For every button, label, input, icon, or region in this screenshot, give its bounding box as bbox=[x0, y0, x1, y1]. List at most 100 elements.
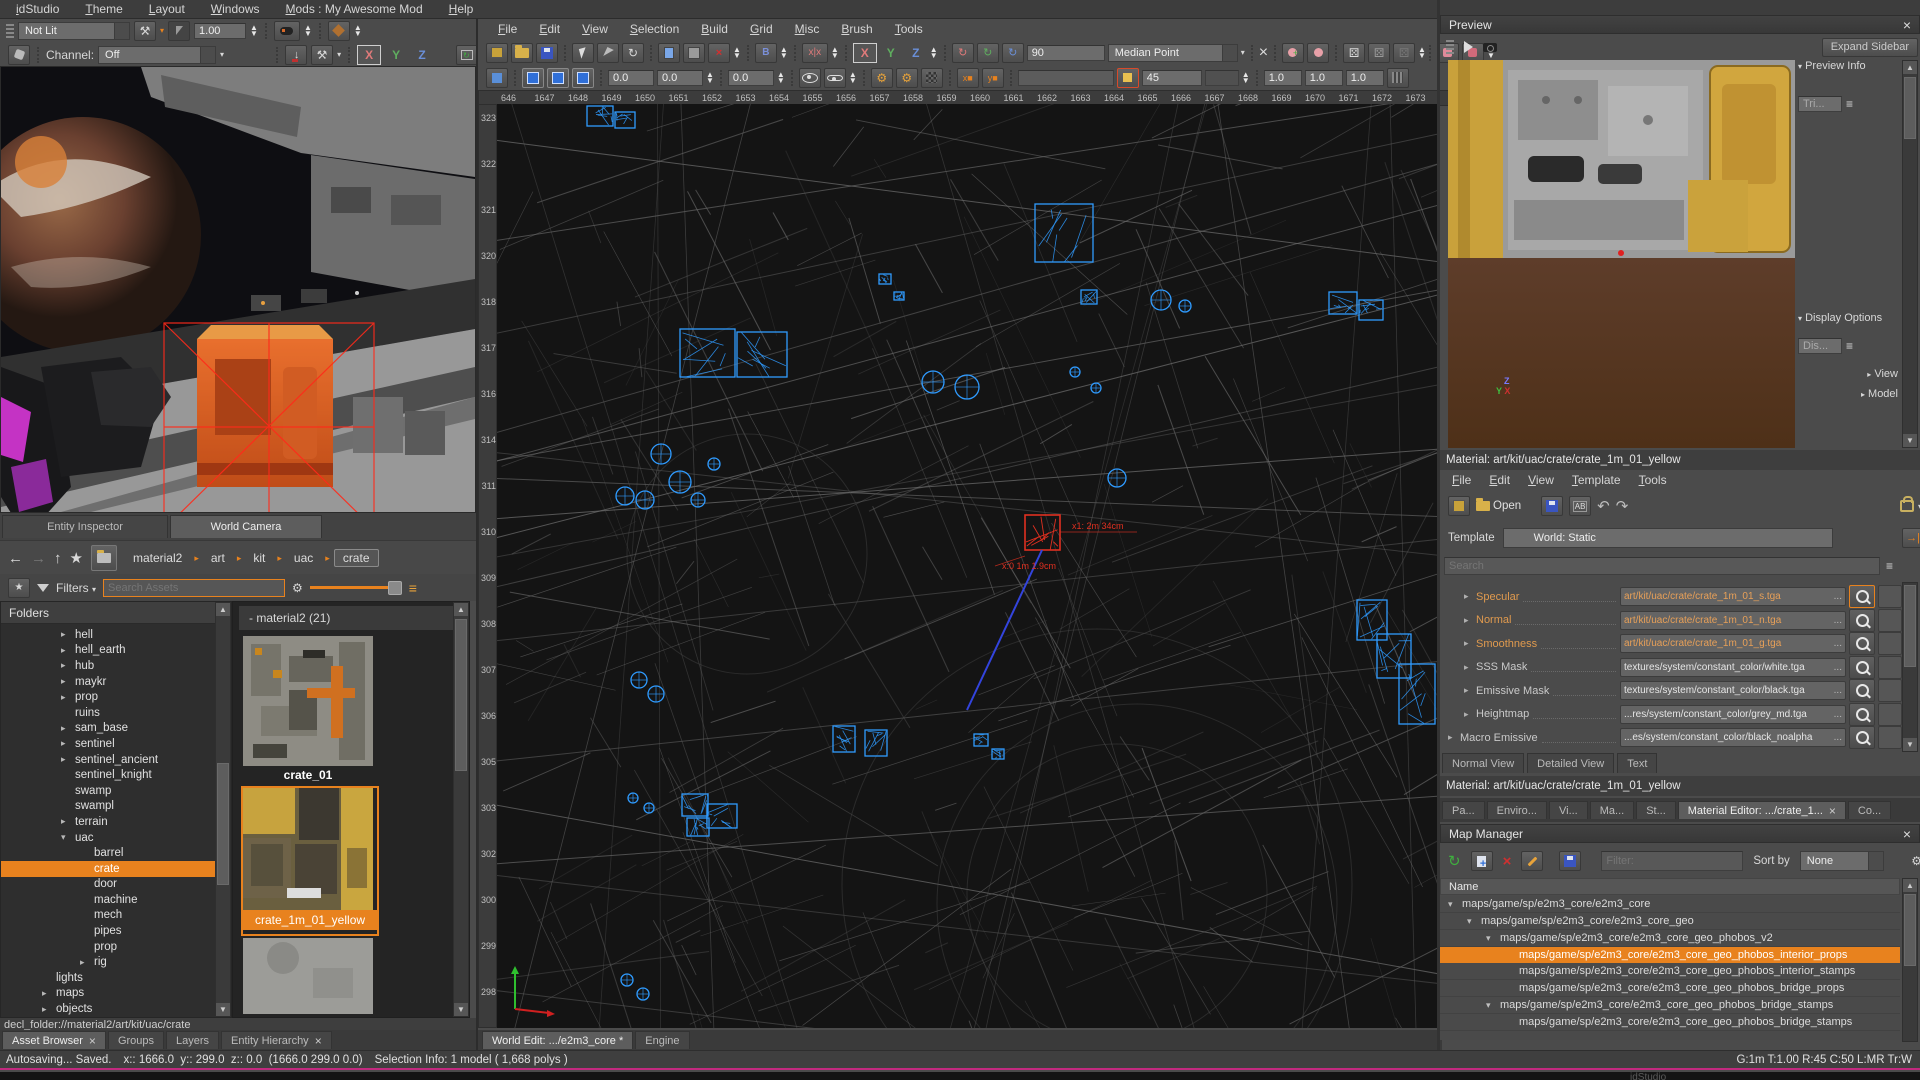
download-icon[interactable]: ↓ bbox=[285, 45, 307, 65]
pointer-tool-icon[interactable] bbox=[168, 21, 190, 41]
magnifier-button[interactable] bbox=[1849, 632, 1875, 655]
axis-y-toggle[interactable]: Y bbox=[385, 46, 407, 64]
menu-item[interactable]: Windows bbox=[205, 1, 266, 17]
gear-icon[interactable]: ⚙ bbox=[1911, 854, 1920, 868]
burst-icon[interactable] bbox=[8, 45, 30, 65]
search-input[interactable] bbox=[103, 579, 285, 597]
menu-item[interactable]: Tools bbox=[889, 21, 929, 37]
delete-map-icon[interactable]: × bbox=[1503, 853, 1512, 870]
gear-icon[interactable]: ⚙ bbox=[292, 581, 303, 595]
folder-item[interactable]: prop bbox=[1, 939, 231, 955]
spinner[interactable]: ▲▼ bbox=[1418, 47, 1426, 59]
tab-world-camera[interactable]: World Camera bbox=[170, 515, 322, 538]
gamepad-icon[interactable] bbox=[274, 21, 300, 41]
constrain-x-toggle[interactable]: X bbox=[853, 43, 877, 63]
snap-x-icon[interactable] bbox=[522, 68, 544, 88]
expand-arrow-icon[interactable]: ▾ bbox=[61, 832, 75, 843]
param-extra-button[interactable] bbox=[1878, 632, 1902, 655]
up-button[interactable]: ↑ bbox=[54, 550, 62, 567]
breadcrumb-item[interactable]: art bbox=[203, 550, 233, 566]
display-options-header[interactable]: Display Options bbox=[1805, 312, 1882, 324]
tab[interactable]: Enviro... bbox=[1487, 801, 1547, 819]
rotate-y-icon[interactable]: ↻ bbox=[977, 43, 999, 63]
menu-item[interactable]: Template bbox=[1566, 472, 1627, 488]
refresh-icon[interactable]: ↻ bbox=[1448, 852, 1461, 870]
clear-selection-icon[interactable]: × bbox=[1259, 44, 1268, 62]
folder-item[interactable]: door bbox=[1, 877, 231, 893]
dice-icon-1[interactable]: ⚄ bbox=[1343, 43, 1365, 63]
close-icon[interactable]: × bbox=[89, 1034, 96, 1048]
menu-item[interactable]: File bbox=[1446, 472, 1477, 488]
param-extra-button[interactable] bbox=[1878, 703, 1902, 726]
map-row[interactable]: maps/game/sp/e2m3_core/e2m3_core_geo_pho… bbox=[1440, 963, 1900, 980]
close-icon[interactable]: × bbox=[1903, 826, 1911, 842]
menu-item[interactable]: View bbox=[1522, 472, 1560, 488]
collapse-arrow-icon[interactable]: ▾ bbox=[1486, 1000, 1500, 1011]
open-button[interactable]: Open bbox=[1476, 500, 1521, 512]
tab[interactable]: Co... bbox=[1848, 801, 1891, 819]
paste-icon[interactable] bbox=[683, 43, 705, 63]
scale-z-field[interactable] bbox=[1346, 70, 1384, 86]
rotate-angle-field[interactable] bbox=[1027, 45, 1105, 61]
magnifier-button[interactable] bbox=[1849, 703, 1875, 726]
menu-item[interactable]: Brush bbox=[835, 21, 878, 37]
expand-arrow-icon[interactable]: ▸ bbox=[61, 723, 75, 734]
view-tab[interactable]: Normal View bbox=[1442, 753, 1524, 773]
param-extra-button[interactable] bbox=[1878, 609, 1902, 632]
save-material-icon[interactable] bbox=[1541, 496, 1563, 516]
folder-item[interactable]: ▸hell_earth bbox=[1, 643, 231, 659]
orange-x-icon[interactable]: x■ bbox=[957, 68, 979, 88]
preview-info-header[interactable]: Preview Info bbox=[1805, 60, 1866, 72]
chevron-down-icon[interactable]: ▾ bbox=[160, 26, 164, 35]
expand-arrow-icon[interactable]: ▸ bbox=[61, 629, 75, 640]
dice-icon-2[interactable]: ⚄ bbox=[1368, 43, 1390, 63]
menu-item[interactable]: idStudio bbox=[10, 1, 65, 17]
screen-refresh-icon[interactable]: ↻ bbox=[456, 45, 478, 65]
close-icon[interactable]: × bbox=[1829, 804, 1836, 818]
magnifier-button[interactable] bbox=[1849, 726, 1875, 749]
folder-item[interactable]: ▸prop bbox=[1, 689, 231, 705]
asset-label-selected[interactable]: crate_1m_01_yellow bbox=[243, 910, 377, 930]
camera-viewport[interactable] bbox=[0, 66, 476, 513]
tools-icon[interactable]: ⚒ bbox=[134, 21, 156, 41]
tab[interactable]: Layers bbox=[166, 1031, 219, 1049]
folder-item[interactable]: ▸objects bbox=[1, 1001, 231, 1017]
chevron-down-icon[interactable]: ▾ bbox=[220, 50, 224, 59]
menu-item[interactable]: Help bbox=[443, 1, 480, 17]
tab[interactable]: Entity Hierarchy× bbox=[221, 1031, 332, 1049]
save-icon[interactable] bbox=[536, 43, 558, 63]
expand-arrow-icon[interactable]: ▸ bbox=[42, 1004, 56, 1015]
rotate-tool-icon[interactable]: ↻ bbox=[622, 43, 644, 63]
folder-item[interactable]: barrel bbox=[1, 845, 231, 861]
rotate-z-icon[interactable]: ↻ bbox=[1002, 43, 1024, 63]
folder-item[interactable]: ▸terrain bbox=[1, 814, 231, 830]
folder-item[interactable]: ▸sentinel_ancient bbox=[1, 752, 231, 768]
delete-icon[interactable]: × bbox=[708, 43, 730, 63]
folder-item[interactable]: crate bbox=[1, 861, 231, 877]
map-name-header[interactable]: Name bbox=[1440, 878, 1900, 895]
move-tool-icon[interactable] bbox=[597, 43, 619, 63]
brush-select-icon[interactable]: B bbox=[755, 43, 777, 63]
spinner[interactable]: ▲▼ bbox=[250, 25, 258, 37]
snap-z-icon[interactable] bbox=[572, 68, 594, 88]
folder-item[interactable]: pipes bbox=[1, 923, 231, 939]
param-extra-button[interactable] bbox=[1878, 656, 1902, 679]
spinner[interactable]: ▲▼ bbox=[354, 25, 362, 37]
spinner[interactable]: ▲▼ bbox=[930, 47, 938, 59]
texture-path-field[interactable]: art/kit/uac/crate/crate_1m_01_s.tga... bbox=[1620, 587, 1846, 606]
expand-arrow-icon[interactable]: ▸ bbox=[61, 645, 75, 656]
menu-item[interactable]: Build bbox=[695, 21, 734, 37]
material-flat-preview[interactable]: Z Y X bbox=[1448, 258, 1795, 448]
back-button[interactable]: ← bbox=[8, 550, 23, 567]
open-folder-icon[interactable] bbox=[511, 43, 533, 63]
drag-handle[interactable] bbox=[1446, 40, 1454, 54]
channel-combo[interactable]: Off bbox=[98, 46, 216, 64]
favorite-star-button[interactable]: ★ bbox=[70, 549, 83, 567]
gear-paint-icon[interactable]: ⚙ bbox=[896, 68, 918, 88]
model-section[interactable]: Model bbox=[1868, 388, 1898, 400]
folder-item[interactable]: ruins bbox=[1, 705, 231, 721]
vertex-remove-icon[interactable] bbox=[1307, 43, 1329, 63]
collapse-arrow-icon[interactable]: ▾ bbox=[1467, 916, 1481, 927]
expand-sidebar-button[interactable]: Expand Sidebar bbox=[1822, 38, 1918, 57]
snap-y-icon[interactable] bbox=[547, 68, 569, 88]
